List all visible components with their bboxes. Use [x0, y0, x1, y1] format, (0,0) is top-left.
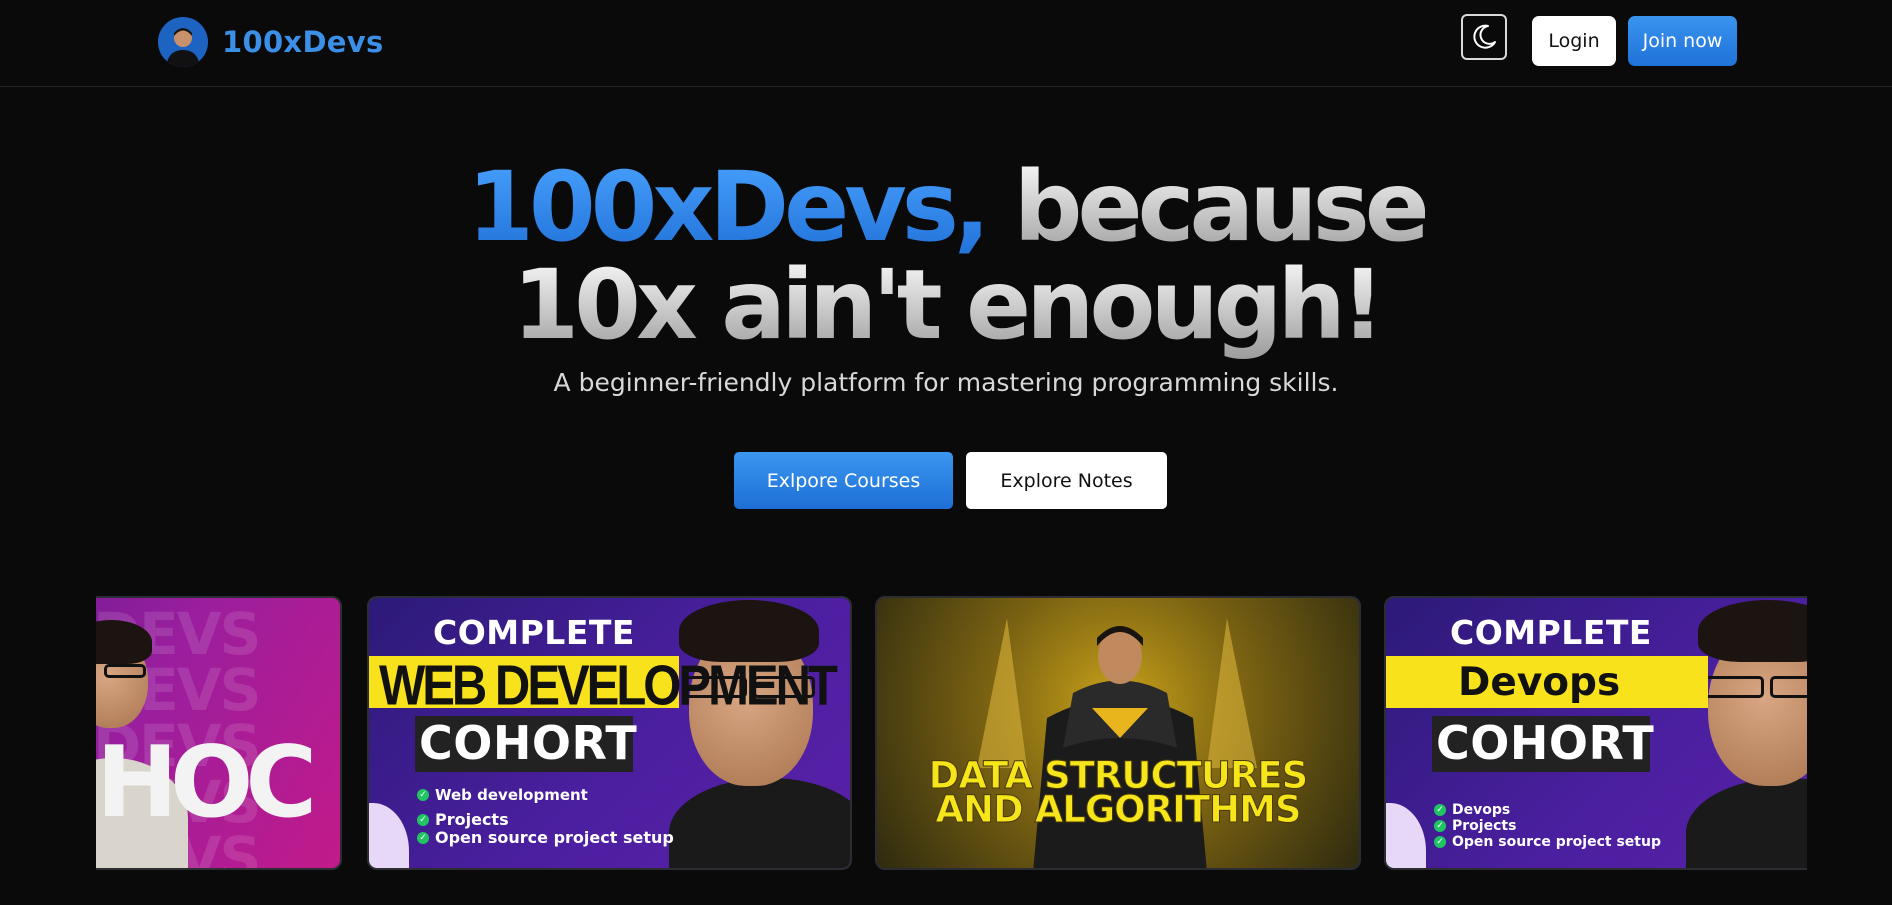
check-icon: ✓ — [417, 789, 429, 801]
course-card-devops[interactable]: COMPLETE Devops COHORT ✓ Devops ✓ Projects… — [1384, 596, 1807, 870]
check-icon: ✓ — [1434, 804, 1446, 816]
hero-title-line-1: 100xDevs, because — [0, 152, 1892, 262]
course-card-web-development[interactable]: COMPLETE WEB DEVELOPMENT COHORT ✓ Web dev… — [367, 596, 852, 870]
card-top-text: COMPLETE — [433, 613, 635, 652]
check-icon: ✓ — [1434, 836, 1446, 848]
hero-title-line-2-text: 10x ain't enough! — [512, 249, 1384, 361]
card-decoration — [1386, 803, 1426, 868]
card-bullet: ✓ Projects — [1434, 818, 1516, 834]
check-icon: ✓ — [417, 813, 429, 826]
card-bullet: ✓ Projects — [417, 810, 509, 829]
card-bullet: ✓ Open source project setup — [417, 828, 674, 847]
course-card-hoc[interactable]: DEVS DEVS DEVS DEVS DEVS HOC — [96, 596, 342, 870]
avatar — [158, 17, 208, 67]
hero-title-highlight: 100xDevs, — [467, 151, 990, 263]
check-icon: ✓ — [417, 831, 429, 844]
card-band-text: Devops — [1458, 660, 1621, 705]
theme-toggle-button[interactable] — [1461, 14, 1507, 60]
course-carousel[interactable]: DEVS DEVS DEVS DEVS DEVS HOC COMPLETE WE… — [96, 596, 1807, 872]
explore-courses-button[interactable]: Exlpore Courses — [734, 452, 953, 509]
card-bullet: ✓ Open source project setup — [1434, 834, 1661, 850]
user-avatar-icon — [158, 17, 208, 67]
card-cohort-text: COHORT — [419, 716, 638, 770]
explore-notes-button[interactable]: Explore Notes — [966, 452, 1167, 509]
hero-title-line-2: 10x ain't enough! — [0, 250, 1892, 360]
join-now-button[interactable]: Join now — [1628, 16, 1737, 66]
course-card-dsa[interactable]: DATA STRUCTURES AND ALGORITHMS — [875, 596, 1361, 870]
card-title-line-2: AND ALGORITHMS — [935, 788, 1302, 831]
card-bullet: ✓ Devops — [1434, 802, 1510, 818]
card-top-text: COMPLETE — [1450, 613, 1652, 652]
hero-title-rest: because — [985, 151, 1430, 263]
brand-name[interactable]: 100xDevs — [222, 25, 384, 59]
check-icon: ✓ — [1434, 820, 1446, 832]
hero-subtitle: A beginner-friendly platform for masteri… — [553, 368, 1339, 397]
moon-icon — [1473, 24, 1496, 49]
top-navbar: 100xDevs Login Join now — [0, 0, 1892, 87]
login-button[interactable]: Login — [1532, 16, 1616, 66]
card-bullet: ✓ Web development — [417, 786, 588, 804]
card-title: HOC — [96, 726, 317, 840]
card-band-text: WEB DEVELOPMENT — [379, 655, 838, 718]
card-cohort-text: COHORT — [1436, 716, 1655, 770]
brand-logo[interactable]: 100xDevs — [158, 17, 384, 67]
card-decoration — [369, 803, 409, 868]
